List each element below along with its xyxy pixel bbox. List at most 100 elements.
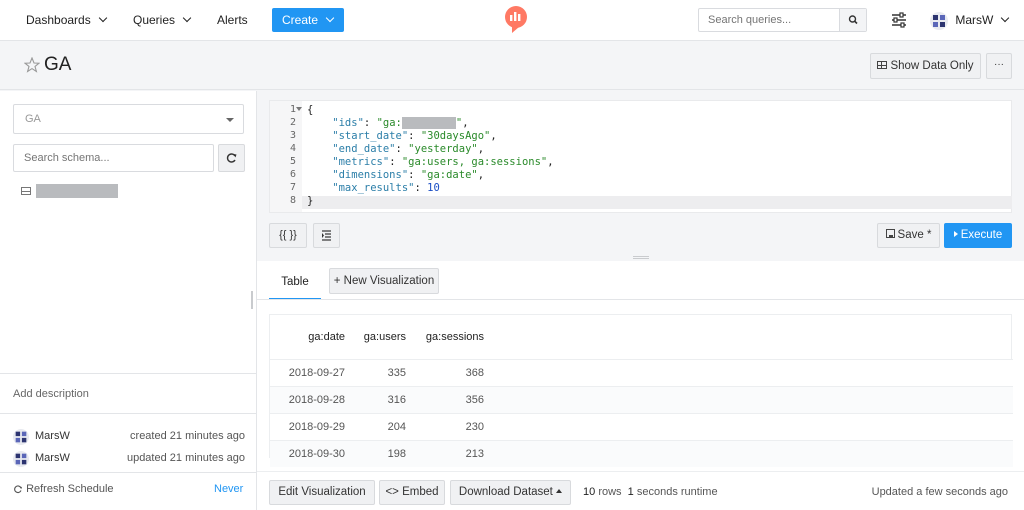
code-line: "dimensions": "ga:date",: [307, 169, 484, 182]
more-options-button[interactable]: ···: [986, 53, 1012, 79]
history-user[interactable]: MarsW: [35, 430, 70, 442]
column-header[interactable]: ga:users: [345, 324, 406, 351]
show-data-only-label: Show Data Only: [890, 60, 974, 72]
edit-visualization-button[interactable]: Edit Visualization: [269, 480, 375, 505]
table-cell: 368: [465, 367, 484, 379]
edit-visualization-label: Edit Visualization: [278, 486, 366, 498]
code-token: ,: [477, 143, 485, 155]
table-cell: 356: [465, 394, 484, 406]
caret-up-icon: [556, 488, 563, 493]
schema-sidebar: GA Add description MarsW created 21 minu…: [0, 91, 257, 510]
page-title[interactable]: GA: [44, 54, 71, 76]
history-action: updated 21 minutes ago: [126, 452, 245, 464]
table-header: ga:date ga:users ga:sessions: [270, 315, 1013, 359]
chevron-down-icon: [98, 13, 107, 23]
code-token: "dimensions": [307, 169, 409, 181]
table-row: 2018-09-27 335 368: [270, 359, 1013, 386]
code-token: "yesterday": [408, 143, 478, 155]
query-header: GA Show Data Only ···: [0, 41, 1024, 90]
code-icon: <>: [385, 486, 399, 498]
user-name: MarsW: [955, 13, 994, 27]
autocomplete-toggle-button[interactable]: [313, 223, 340, 248]
code-line: "ids": "ga: ",: [307, 117, 469, 130]
embed-button[interactable]: <> Embed: [379, 480, 445, 505]
results-footer: Edit Visualization <> Embed Download Dat…: [257, 471, 1024, 510]
column-header[interactable]: ga:sessions: [406, 324, 484, 351]
code-line: "end_date": "yesterday",: [307, 143, 484, 156]
refresh-schedule-value[interactable]: Never: [214, 483, 243, 495]
search-button[interactable]: [839, 9, 866, 31]
table-cell: 2018-09-30: [288, 448, 345, 460]
table-row: 2018-09-30 198 213: [270, 440, 1013, 467]
updated-status: Updated a few seconds ago: [871, 486, 1008, 498]
nav-alerts[interactable]: Alerts: [217, 0, 248, 41]
play-icon: [953, 230, 958, 237]
code-token: "ga:users, ga:sessions": [401, 156, 548, 168]
save-button[interactable]: Save *: [877, 223, 940, 248]
search-schema-input[interactable]: [13, 144, 214, 172]
favorite-star-icon[interactable]: [24, 57, 40, 73]
code-line: "metrics": "ga:users, ga:sessions",: [307, 156, 554, 169]
table-row: 2018-09-29 204 230: [270, 413, 1013, 440]
add-description-link[interactable]: Add description: [13, 388, 89, 400]
refresh-icon: [226, 153, 237, 163]
download-dataset-label: Download Dataset: [458, 486, 553, 498]
nav-queries[interactable]: Queries: [133, 0, 192, 41]
plus-icon: +: [333, 275, 341, 287]
code-line: "max_results": 10: [307, 182, 440, 195]
code-token: "ga:: [376, 117, 402, 129]
code-token: "end_date": [307, 143, 396, 155]
indent-icon: [322, 230, 331, 241]
execute-button[interactable]: Execute: [944, 223, 1012, 248]
history-created: MarsW created 21 minutes ago: [13, 429, 245, 445]
history-updated: MarsW updated 21 minutes ago: [13, 451, 245, 467]
redacted-table-name: [36, 183, 119, 198]
query-search: [698, 8, 867, 32]
query-editor[interactable]: 1 2 3 4 5 6 7 8 { "ids": "ga: ", "start_date": "…: [269, 100, 1012, 213]
chevron-down-icon: [182, 13, 192, 23]
data-source-select[interactable]: GA: [13, 104, 244, 134]
line-number: 6: [289, 169, 296, 180]
new-visualization-button[interactable]: + New Visualization: [329, 268, 439, 294]
nav-dashboards[interactable]: Dashboards: [26, 0, 107, 41]
tab-table[interactable]: Table: [269, 269, 321, 300]
row-count: 10: [583, 486, 596, 498]
query-stats: 10 rows 1 seconds runtime: [583, 486, 718, 498]
table-cell: 213: [465, 448, 484, 460]
refresh-schedule-label: Refresh Schedule: [13, 483, 114, 495]
history-user[interactable]: MarsW: [35, 452, 70, 464]
column-header[interactable]: ga:date: [270, 324, 345, 351]
table-cell: 230: [465, 421, 484, 433]
download-dataset-button[interactable]: Download Dataset: [450, 480, 571, 505]
code-line: }: [307, 195, 313, 208]
refresh-schema-button[interactable]: [218, 144, 245, 172]
search-queries-input[interactable]: [699, 9, 839, 31]
code-token: ,: [547, 156, 554, 168]
create-button[interactable]: Create: [272, 8, 344, 32]
line-number: 4: [289, 143, 296, 154]
code-token: :: [408, 169, 421, 181]
code-token: }: [307, 195, 314, 207]
settings-sliders-icon[interactable]: [891, 12, 907, 28]
divider: [0, 373, 257, 374]
format-query-button[interactable]: {{ }}: [269, 223, 307, 248]
nav-dashboards-label: Dashboards: [26, 13, 91, 27]
sidebar-resize-handle[interactable]: [251, 291, 253, 309]
table-icon: [877, 60, 888, 69]
editor-gutter: 1 2 3 4 5 6 7 8: [270, 101, 302, 212]
schema-table-item[interactable]: [21, 183, 119, 198]
refresh-schedule-text: Refresh Schedule: [26, 483, 114, 495]
floppy-icon: [885, 229, 895, 239]
tabs-divider: [257, 299, 1024, 300]
table-icon: [21, 186, 31, 195]
user-menu[interactable]: MarsW: [930, 11, 1010, 31]
table-cell: 2018-09-27: [288, 367, 345, 379]
code-token: {: [307, 104, 314, 116]
table-cell: 204: [387, 421, 406, 433]
code-token: "30daysAgo": [420, 130, 491, 142]
table-cell: 2018-09-28: [288, 394, 345, 406]
code-token: :: [389, 156, 402, 168]
code-token: "metrics": [307, 156, 390, 168]
redash-logo-icon[interactable]: [504, 6, 528, 33]
show-data-only-button[interactable]: Show Data Only: [870, 53, 981, 79]
